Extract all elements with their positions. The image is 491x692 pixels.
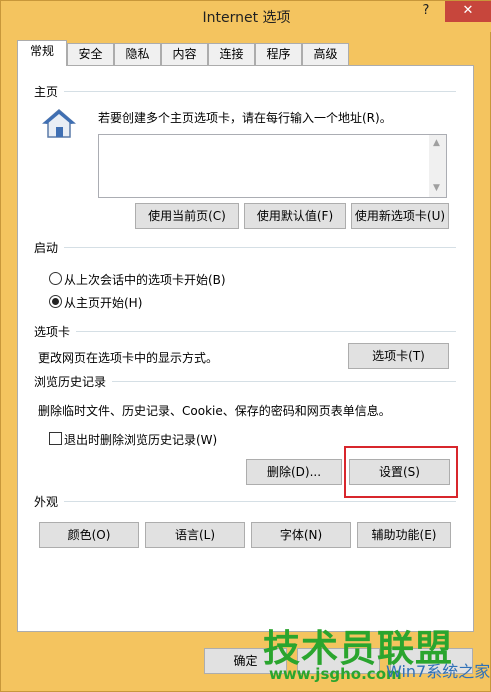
- tab-advanced[interactable]: 高级: [302, 43, 349, 65]
- startup-group-divider: [38, 247, 456, 248]
- tab-content[interactable]: 内容: [161, 43, 208, 65]
- radio-last-session[interactable]: [49, 272, 62, 285]
- settings-highlight-box: [344, 446, 458, 498]
- tab-general[interactable]: 常规: [17, 40, 67, 66]
- use-new-tab-button[interactable]: 使用新选项卡(U): [351, 203, 449, 229]
- appearance-group-divider: [38, 501, 456, 502]
- house-icon: [41, 108, 77, 140]
- close-button[interactable]: ✕: [445, 1, 491, 22]
- scroll-up-icon[interactable]: ▲: [433, 138, 440, 148]
- address-scrollbar[interactable]: ▲ ▼: [429, 135, 446, 197]
- tab-programs[interactable]: 程序: [255, 43, 302, 65]
- delete-history-button[interactable]: 删除(D)...: [246, 459, 342, 485]
- delete-on-exit-checkbox[interactable]: [49, 432, 62, 445]
- home-page-address-input[interactable]: ▲ ▼: [98, 134, 447, 198]
- tabs-group-divider: [38, 331, 456, 332]
- history-description: 删除临时文件、历史记录、Cookie、保存的密码和网页表单信息。: [38, 404, 391, 418]
- startup-group-label: 启动: [34, 239, 65, 256]
- radio-home-page-label: 从主页开始(H): [64, 296, 143, 310]
- general-tab-panel: 主页 若要创建多个主页选项卡，请在每行输入一个地址(R)。 ▲ ▼ 使用当前页(…: [17, 65, 474, 632]
- home-group-label: 主页: [34, 83, 65, 100]
- home-group-divider: [38, 91, 456, 92]
- radio-home-page[interactable]: [49, 295, 62, 308]
- appearance-group-label: 外观: [34, 493, 65, 510]
- tab-privacy[interactable]: 隐私: [114, 43, 161, 65]
- home-description: 若要创建多个主页选项卡，请在每行输入一个地址(R)。: [98, 111, 392, 125]
- watermark-url: www.jsgho.com: [269, 665, 402, 683]
- tab-connections[interactable]: 连接: [208, 43, 255, 65]
- scroll-down-icon[interactable]: ▼: [433, 183, 440, 193]
- tabs-group-label: 选项卡: [34, 323, 77, 340]
- tab-security[interactable]: 安全: [67, 43, 114, 65]
- use-default-button[interactable]: 使用默认值(F): [244, 203, 346, 229]
- watermark-win7: Win7系统之家: [386, 662, 491, 681]
- internet-options-window: Internet 选项 ? ✕ 常规 安全 隐私 内容 连接 程序 高级 主页 …: [0, 0, 491, 692]
- use-current-button[interactable]: 使用当前页(C): [135, 203, 239, 229]
- fonts-button[interactable]: 字体(N): [251, 522, 351, 548]
- radio-last-session-label: 从上次会话中的选项卡开始(B): [64, 273, 226, 287]
- title-bar[interactable]: Internet 选项 ? ✕: [1, 1, 491, 32]
- tabs-description: 更改网页在选项卡中的显示方式。: [38, 351, 219, 365]
- colors-button[interactable]: 颜色(O): [39, 522, 139, 548]
- history-group-label: 浏览历史记录: [34, 373, 113, 390]
- help-button[interactable]: ?: [411, 1, 441, 22]
- accessibility-button[interactable]: 辅助功能(E): [357, 522, 451, 548]
- tabs-settings-button[interactable]: 选项卡(T): [348, 343, 449, 369]
- languages-button[interactable]: 语言(L): [145, 522, 245, 548]
- delete-on-exit-label: 退出时删除浏览历史记录(W): [64, 433, 218, 447]
